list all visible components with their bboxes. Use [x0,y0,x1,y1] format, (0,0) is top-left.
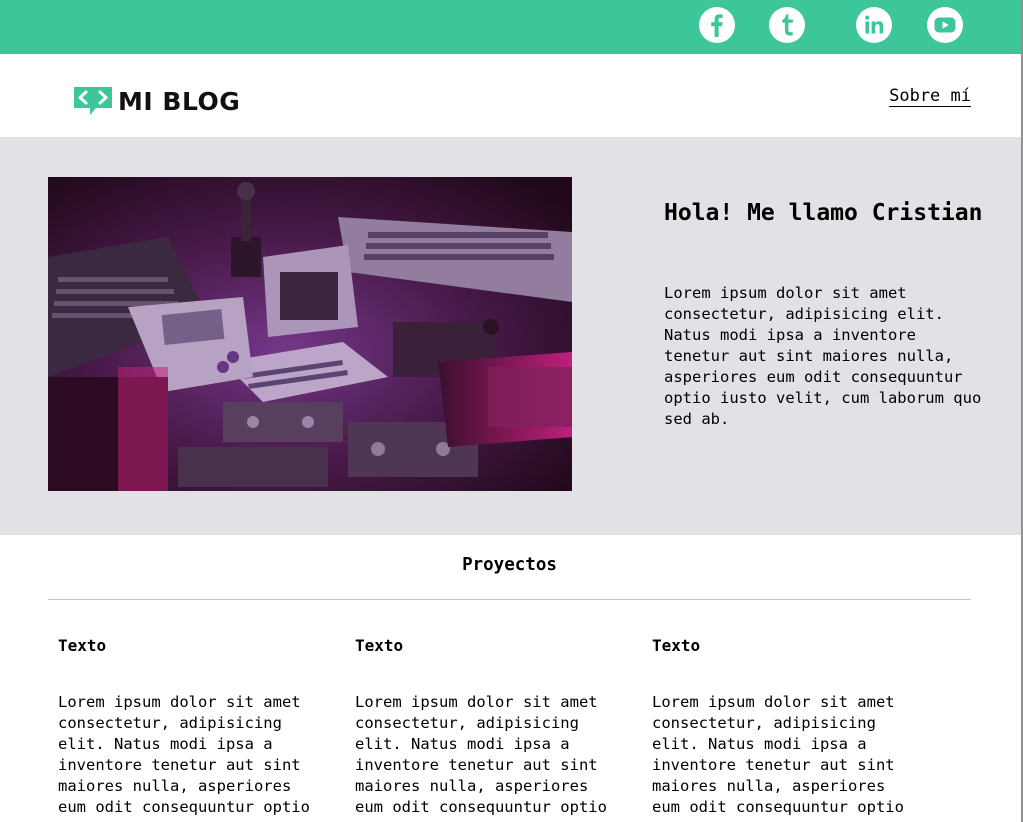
project-title: Texto [58,636,107,655]
projects-heading: Proyectos [462,555,557,575]
logo[interactable]: MI BLOG [72,84,240,118]
hero-section: Hola! Me llamo Cristian Lorem ipsum dolo… [0,137,1023,535]
linkedin-icon[interactable] [856,7,892,43]
social-bar [0,0,1023,54]
page: MI BLOG Sobre mí Hola! Me llamo Cristian… [0,0,1023,822]
site-header: MI BLOG Sobre mí [0,54,1023,137]
project-title: Texto [355,636,404,655]
nav-link-about[interactable]: Sobre mí [889,87,971,107]
hero-text: Lorem ipsum dolor sit amet consectetur, … [664,284,982,428]
logo-text: MI BLOG [118,86,241,116]
project-card: Texto Lorem ipsum dolor sit amet consect… [652,636,917,818]
project-title: Texto [652,636,701,655]
project-card: Texto Lorem ipsum dolor sit amet consect… [58,636,323,818]
project-text: Lorem ipsum dolor sit amet consectetur, … [58,693,310,816]
youtube-icon[interactable] [927,7,963,43]
section-divider [48,599,971,600]
facebook-icon[interactable] [699,7,735,43]
logo-icon [74,87,112,115]
tumblr-icon[interactable] [769,7,805,43]
project-text: Lorem ipsum dolor sit amet consectetur, … [652,693,904,816]
project-text: Lorem ipsum dolor sit amet consectetur, … [355,693,607,816]
project-card: Texto Lorem ipsum dolor sit amet consect… [355,636,620,818]
hero-image [48,177,572,491]
hero-title: Hola! Me llamo Cristian [664,200,983,226]
